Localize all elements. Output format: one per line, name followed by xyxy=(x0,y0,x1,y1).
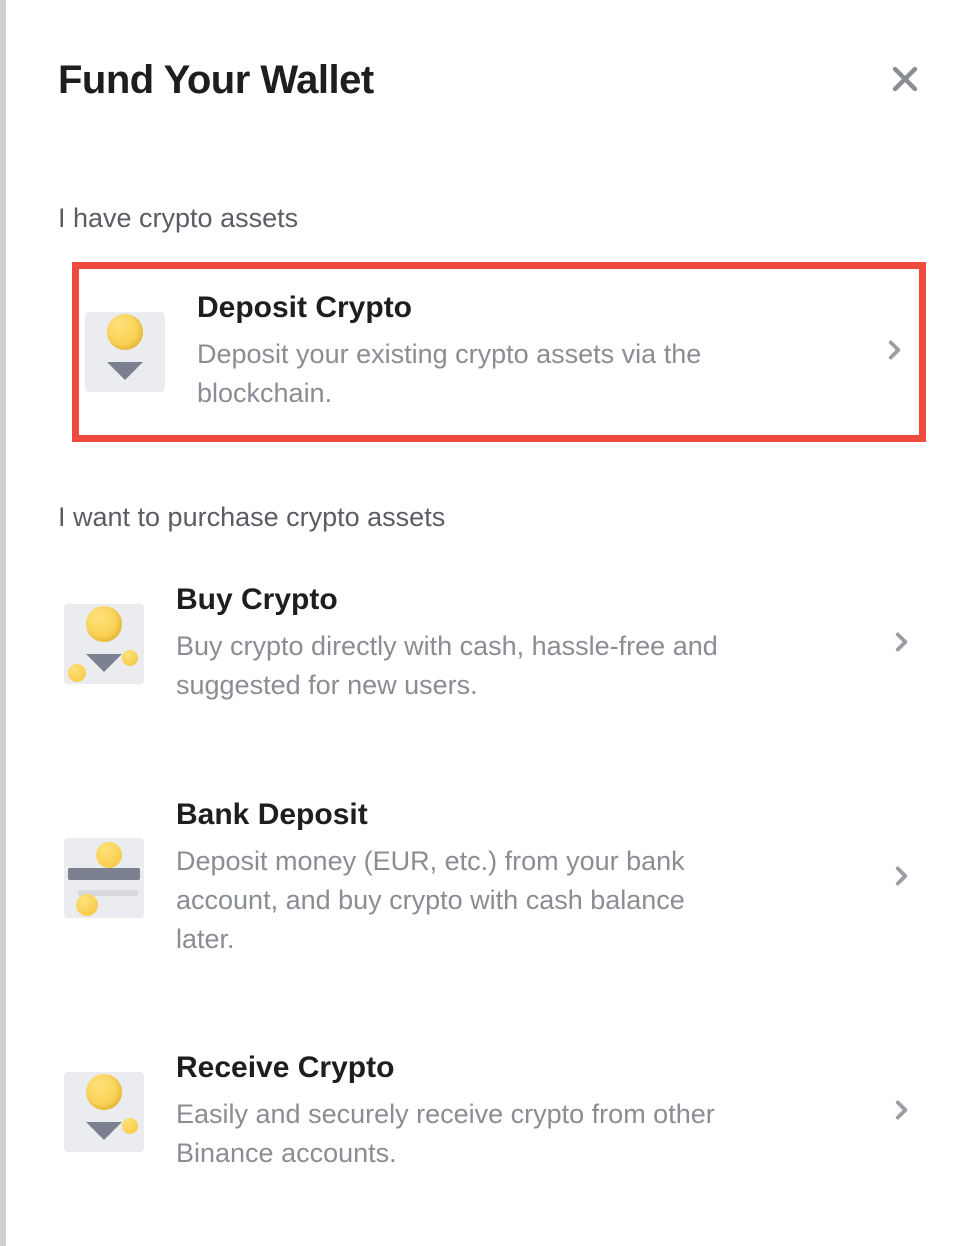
option-bank-deposit[interactable]: Bank Deposit Deposit money (EUR, etc.) f… xyxy=(58,776,926,981)
close-button[interactable] xyxy=(884,58,926,103)
deposit-crypto-icon xyxy=(85,312,165,392)
option-receive-crypto[interactable]: Receive Crypto Easily and securely recei… xyxy=(58,1029,926,1195)
option-description: Deposit money (EUR, etc.) from your bank… xyxy=(176,842,736,959)
bank-deposit-icon xyxy=(64,838,144,918)
modal-header: Fund Your Wallet xyxy=(58,58,926,103)
close-icon xyxy=(888,62,922,99)
option-description: Deposit your existing crypto assets via … xyxy=(197,335,717,413)
chevron-right-icon xyxy=(881,337,907,368)
option-title: Deposit Crypto xyxy=(197,291,849,325)
option-buy-crypto[interactable]: Buy Crypto Buy crypto directly with cash… xyxy=(58,561,926,727)
receive-crypto-icon xyxy=(64,1072,144,1152)
option-description: Buy crypto directly with cash, hassle-fr… xyxy=(176,627,736,705)
option-title: Receive Crypto xyxy=(176,1051,856,1085)
section-label-have-crypto: I have crypto assets xyxy=(58,203,926,234)
option-text: Buy Crypto Buy crypto directly with cash… xyxy=(176,583,856,705)
purchase-options-group: Buy Crypto Buy crypto directly with cash… xyxy=(58,561,926,1195)
section-label-purchase-crypto: I want to purchase crypto assets xyxy=(58,502,926,533)
option-text: Deposit Crypto Deposit your existing cry… xyxy=(197,291,849,413)
option-title: Bank Deposit xyxy=(176,798,856,832)
option-text: Bank Deposit Deposit money (EUR, etc.) f… xyxy=(176,798,856,959)
buy-crypto-icon xyxy=(64,604,144,684)
fund-wallet-modal: Fund Your Wallet I have crypto assets De… xyxy=(6,0,974,1235)
option-description: Easily and securely receive crypto from … xyxy=(176,1095,736,1173)
chevron-right-icon xyxy=(888,629,914,660)
option-deposit-crypto[interactable]: Deposit Crypto Deposit your existing cry… xyxy=(72,262,926,442)
option-text: Receive Crypto Easily and securely recei… xyxy=(176,1051,856,1173)
chevron-right-icon xyxy=(888,1097,914,1128)
page-title: Fund Your Wallet xyxy=(58,58,374,103)
option-title: Buy Crypto xyxy=(176,583,856,617)
chevron-right-icon xyxy=(888,863,914,894)
